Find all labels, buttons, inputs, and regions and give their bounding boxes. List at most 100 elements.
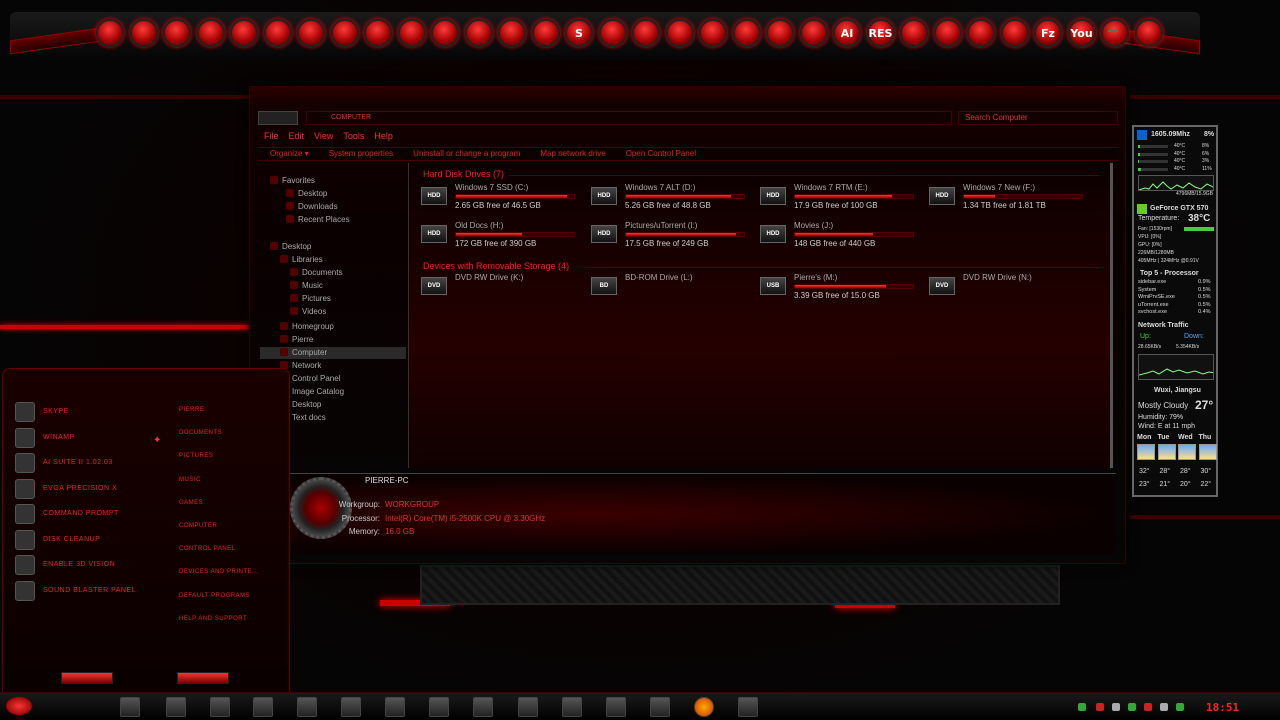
start-place-item[interactable]: Default Programs: [179, 593, 250, 599]
dock-app-9-icon[interactable]: [364, 19, 392, 47]
start-pinned-item[interactable]: Winamp: [15, 427, 165, 448]
dock-app-6-icon[interactable]: [263, 19, 292, 47]
dock-app-29-icon[interactable]: Fz: [1034, 19, 1062, 47]
drive-item[interactable]: HDD Windows 7 ALT (D:) 5.26 GB free of 48.…: [591, 183, 761, 213]
taskbar-app-icon[interactable]: [210, 697, 230, 717]
nav-item-pictures[interactable]: Pictures: [290, 293, 331, 305]
nav-item-homegroup[interactable]: Homegroup: [280, 321, 334, 333]
tray-icon[interactable]: [1096, 703, 1104, 711]
firefox-icon[interactable]: [694, 697, 714, 717]
nav-item-music[interactable]: Music: [290, 280, 323, 292]
dock-app-13-icon[interactable]: [498, 19, 526, 47]
dock-app-2-icon[interactable]: [129, 19, 158, 47]
menu-file[interactable]: File: [264, 131, 279, 143]
menu-edit[interactable]: Edit: [289, 131, 305, 143]
drive-item[interactable]: DVD DVD RW Drive (N:): [929, 273, 1099, 303]
menu-help[interactable]: Help: [374, 131, 393, 143]
dock-app-30-icon[interactable]: You: [1067, 19, 1096, 47]
start-pinned-item[interactable]: Disk Cleanup: [15, 529, 165, 550]
start-pinned-item[interactable]: Command Prompt: [15, 504, 165, 524]
back-forward-buttons[interactable]: [258, 111, 298, 125]
taskbar-app-icon[interactable]: [562, 697, 582, 717]
menu-tools[interactable]: Tools: [343, 131, 364, 143]
command-button[interactable]: Map network drive: [540, 148, 605, 160]
drive-item[interactable]: HDD Old Docs (H:) 172 GB free of 390 GB: [421, 221, 591, 251]
drive-item[interactable]: HDD Movies (J:) 148 GB free of 440 GB: [760, 221, 930, 251]
taskbar-app-icon[interactable]: [297, 697, 317, 717]
taskbar-app-icon[interactable]: [120, 697, 140, 717]
taskbar-clock[interactable]: 18:51: [1206, 701, 1239, 714]
nav-item-libraries[interactable]: Libraries: [280, 254, 323, 266]
dock-app-18-icon[interactable]: [665, 19, 694, 47]
drive-item[interactable]: HDD Pictures/uTorrent (I:) 17.5 GB free of…: [591, 221, 761, 251]
start-pinned-item[interactable]: Sound Blaster Panel: [15, 580, 165, 601]
nav-item-videos[interactable]: Videos: [290, 306, 326, 318]
taskbar-app-icon[interactable]: [606, 697, 626, 717]
taskbar-app-icon[interactable]: [473, 697, 493, 717]
dock-app-3-icon[interactable]: [163, 19, 191, 47]
dock-app-17-icon[interactable]: [632, 19, 660, 47]
start-place-item[interactable]: Control Panel: [179, 546, 236, 552]
start-pinned-item[interactable]: Enable 3D Vision: [15, 555, 165, 575]
start-place-item[interactable]: Music: [179, 477, 201, 483]
drive-item[interactable]: DVD DVD RW Drive (K:): [421, 273, 591, 303]
dock-app-24-icon[interactable]: RES: [866, 19, 895, 47]
tray-icon[interactable]: [1144, 703, 1152, 711]
nav-item-favorites[interactable]: Favorites: [270, 175, 315, 187]
drive-item[interactable]: HDD Windows 7 RTM (E:) 17.9 GB free of 100…: [760, 183, 930, 213]
nav-item-desktop[interactable]: Desktop: [270, 241, 311, 253]
tray-icon[interactable]: [1112, 703, 1120, 711]
start-pinned-item[interactable]: AI Suite II 1.02.03: [15, 453, 165, 473]
search-input[interactable]: Search Computer: [958, 111, 1118, 125]
start-place-item[interactable]: Pierre: [179, 407, 204, 413]
dock-app-12-icon[interactable]: [464, 19, 493, 47]
tray-icon[interactable]: [1128, 703, 1136, 711]
dock-app-16-icon[interactable]: [598, 19, 627, 47]
dock-app-25-icon[interactable]: [900, 19, 928, 47]
dock-app-1-icon[interactable]: [96, 19, 124, 47]
dock-app-21-icon[interactable]: [766, 19, 794, 47]
dock-app-19-icon[interactable]: [699, 19, 727, 47]
drive-item[interactable]: USB Pierre's (M:) 3.39 GB free of 15.0 GB: [760, 273, 930, 303]
dock-app-32-icon[interactable]: [1134, 19, 1163, 47]
start-place-item[interactable]: Help and Support: [179, 616, 247, 622]
dock-app-15-icon[interactable]: S: [565, 19, 593, 47]
taskbar-app-icon[interactable]: [385, 697, 405, 717]
start-pinned-item[interactable]: EVGA Precision X: [15, 478, 165, 499]
command-button[interactable]: System properties: [329, 148, 393, 160]
dock-app-23-icon[interactable]: AI: [833, 19, 861, 47]
taskbar-app-icon[interactable]: [253, 697, 273, 717]
removable-section-header[interactable]: Devices with Removable Storage (4): [423, 261, 569, 271]
drive-item[interactable]: BD BD-ROM Drive (L:): [591, 273, 761, 303]
dock-app-28-icon[interactable]: [1000, 19, 1029, 47]
search-programs-button[interactable]: [61, 672, 113, 684]
dock-app-11-icon[interactable]: [431, 19, 459, 47]
taskbar-app-icon[interactable]: [166, 697, 186, 717]
taskbar-app-icon[interactable]: [341, 697, 361, 717]
nav-item-computer[interactable]: Computer: [260, 347, 406, 359]
command-button[interactable]: Organize ▾: [270, 148, 309, 160]
nav-item-documents[interactable]: Documents: [290, 267, 342, 279]
dock-app-10-icon[interactable]: [397, 19, 426, 47]
tray-icon[interactable]: [1078, 703, 1086, 711]
dock-app-31-icon[interactable]: [1101, 19, 1129, 47]
taskbar-app-icon[interactable]: [738, 697, 758, 717]
nav-item-downloads[interactable]: Downloads: [286, 201, 338, 213]
command-button[interactable]: Open Control Panel: [626, 148, 696, 160]
tray-icon[interactable]: [1176, 703, 1184, 711]
dock-app-26-icon[interactable]: [933, 19, 962, 47]
start-button[interactable]: [6, 697, 32, 715]
drive-item[interactable]: HDD Windows 7 New (F:) 1.34 TB free of 1.8…: [929, 183, 1099, 213]
taskbar-app-icon[interactable]: [429, 697, 449, 717]
command-button[interactable]: Uninstall or change a program: [413, 148, 520, 160]
taskbar-app-icon[interactable]: [518, 697, 538, 717]
shutdown-button[interactable]: [177, 672, 229, 684]
dock-app-22-icon[interactable]: [799, 19, 828, 47]
start-place-item[interactable]: Games: [179, 500, 203, 506]
dock-app-27-icon[interactable]: [967, 19, 995, 47]
dock-app-8-icon[interactable]: [330, 19, 359, 47]
nav-item-desktop[interactable]: Desktop: [286, 188, 327, 200]
start-place-item[interactable]: Devices and Printe...: [179, 569, 259, 575]
dock-app-4-icon[interactable]: [196, 19, 225, 47]
dock-app-7-icon[interactable]: [297, 19, 325, 47]
